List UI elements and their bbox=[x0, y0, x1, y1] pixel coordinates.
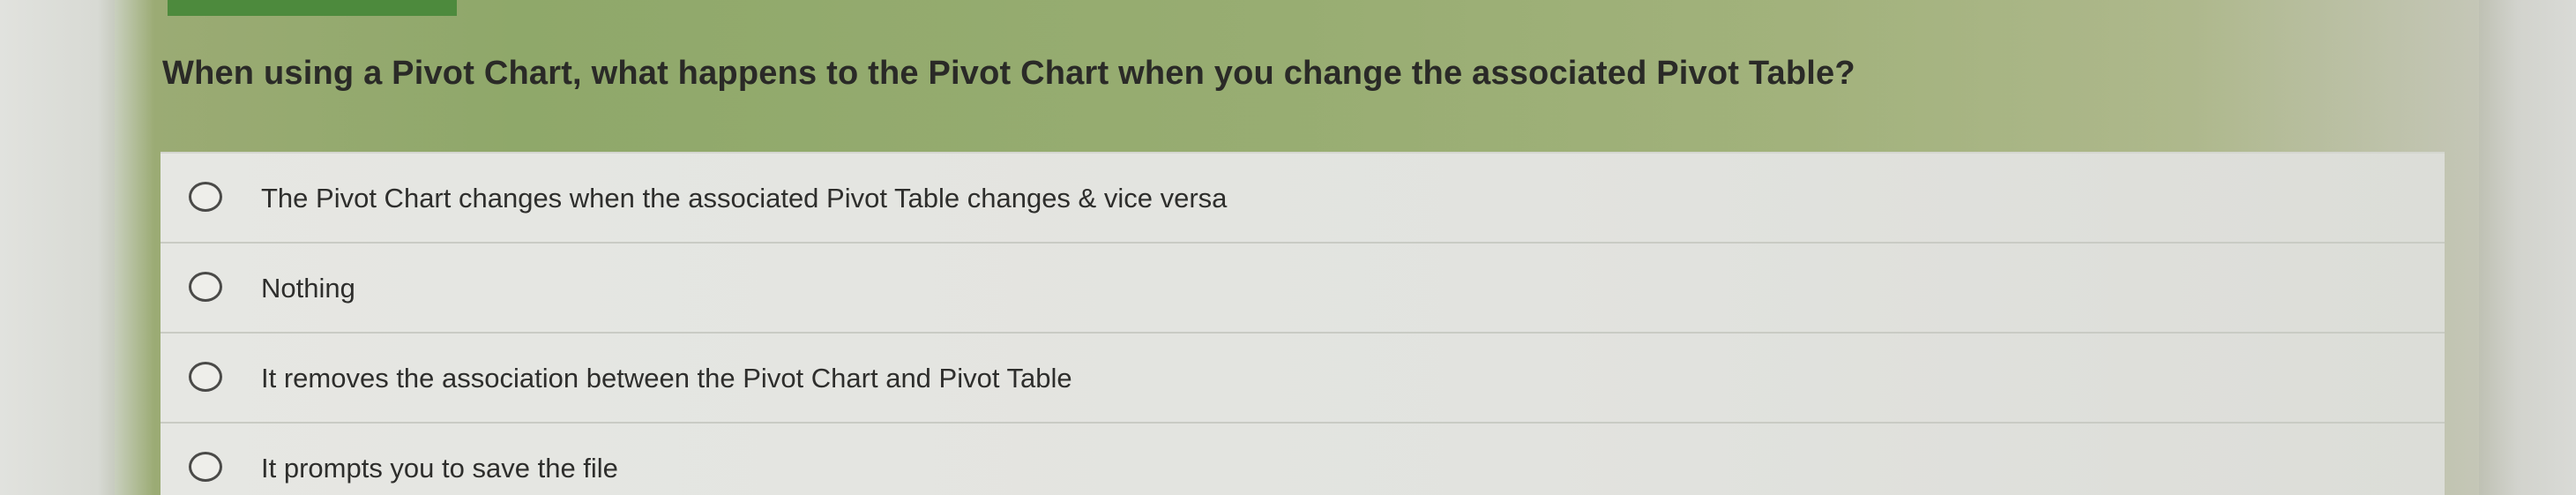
answer-option-2[interactable]: Nothing bbox=[161, 242, 2445, 332]
answer-option-4[interactable]: It prompts you to save the file bbox=[161, 422, 2445, 495]
right-margin bbox=[2479, 0, 2576, 495]
answer-option-label: It prompts you to save the file bbox=[261, 453, 618, 484]
answer-options: The Pivot Chart changes when the associa… bbox=[161, 152, 2445, 495]
left-margin bbox=[0, 0, 115, 495]
answer-option-1[interactable]: The Pivot Chart changes when the associa… bbox=[161, 152, 2445, 242]
radio-button-icon[interactable] bbox=[189, 362, 222, 392]
question-text: When using a Pivot Chart, what happens t… bbox=[162, 55, 1855, 92]
answer-option-label: Nothing bbox=[261, 273, 355, 304]
radio-button-icon[interactable] bbox=[189, 272, 222, 302]
radio-button-icon[interactable] bbox=[189, 182, 222, 212]
header-tab bbox=[168, 0, 457, 16]
answer-option-label: The Pivot Chart changes when the associa… bbox=[261, 183, 1228, 214]
radio-button-icon[interactable] bbox=[189, 452, 222, 482]
answer-option-label: It removes the association between the P… bbox=[261, 363, 1072, 394]
answer-option-3[interactable]: It removes the association between the P… bbox=[161, 332, 2445, 422]
